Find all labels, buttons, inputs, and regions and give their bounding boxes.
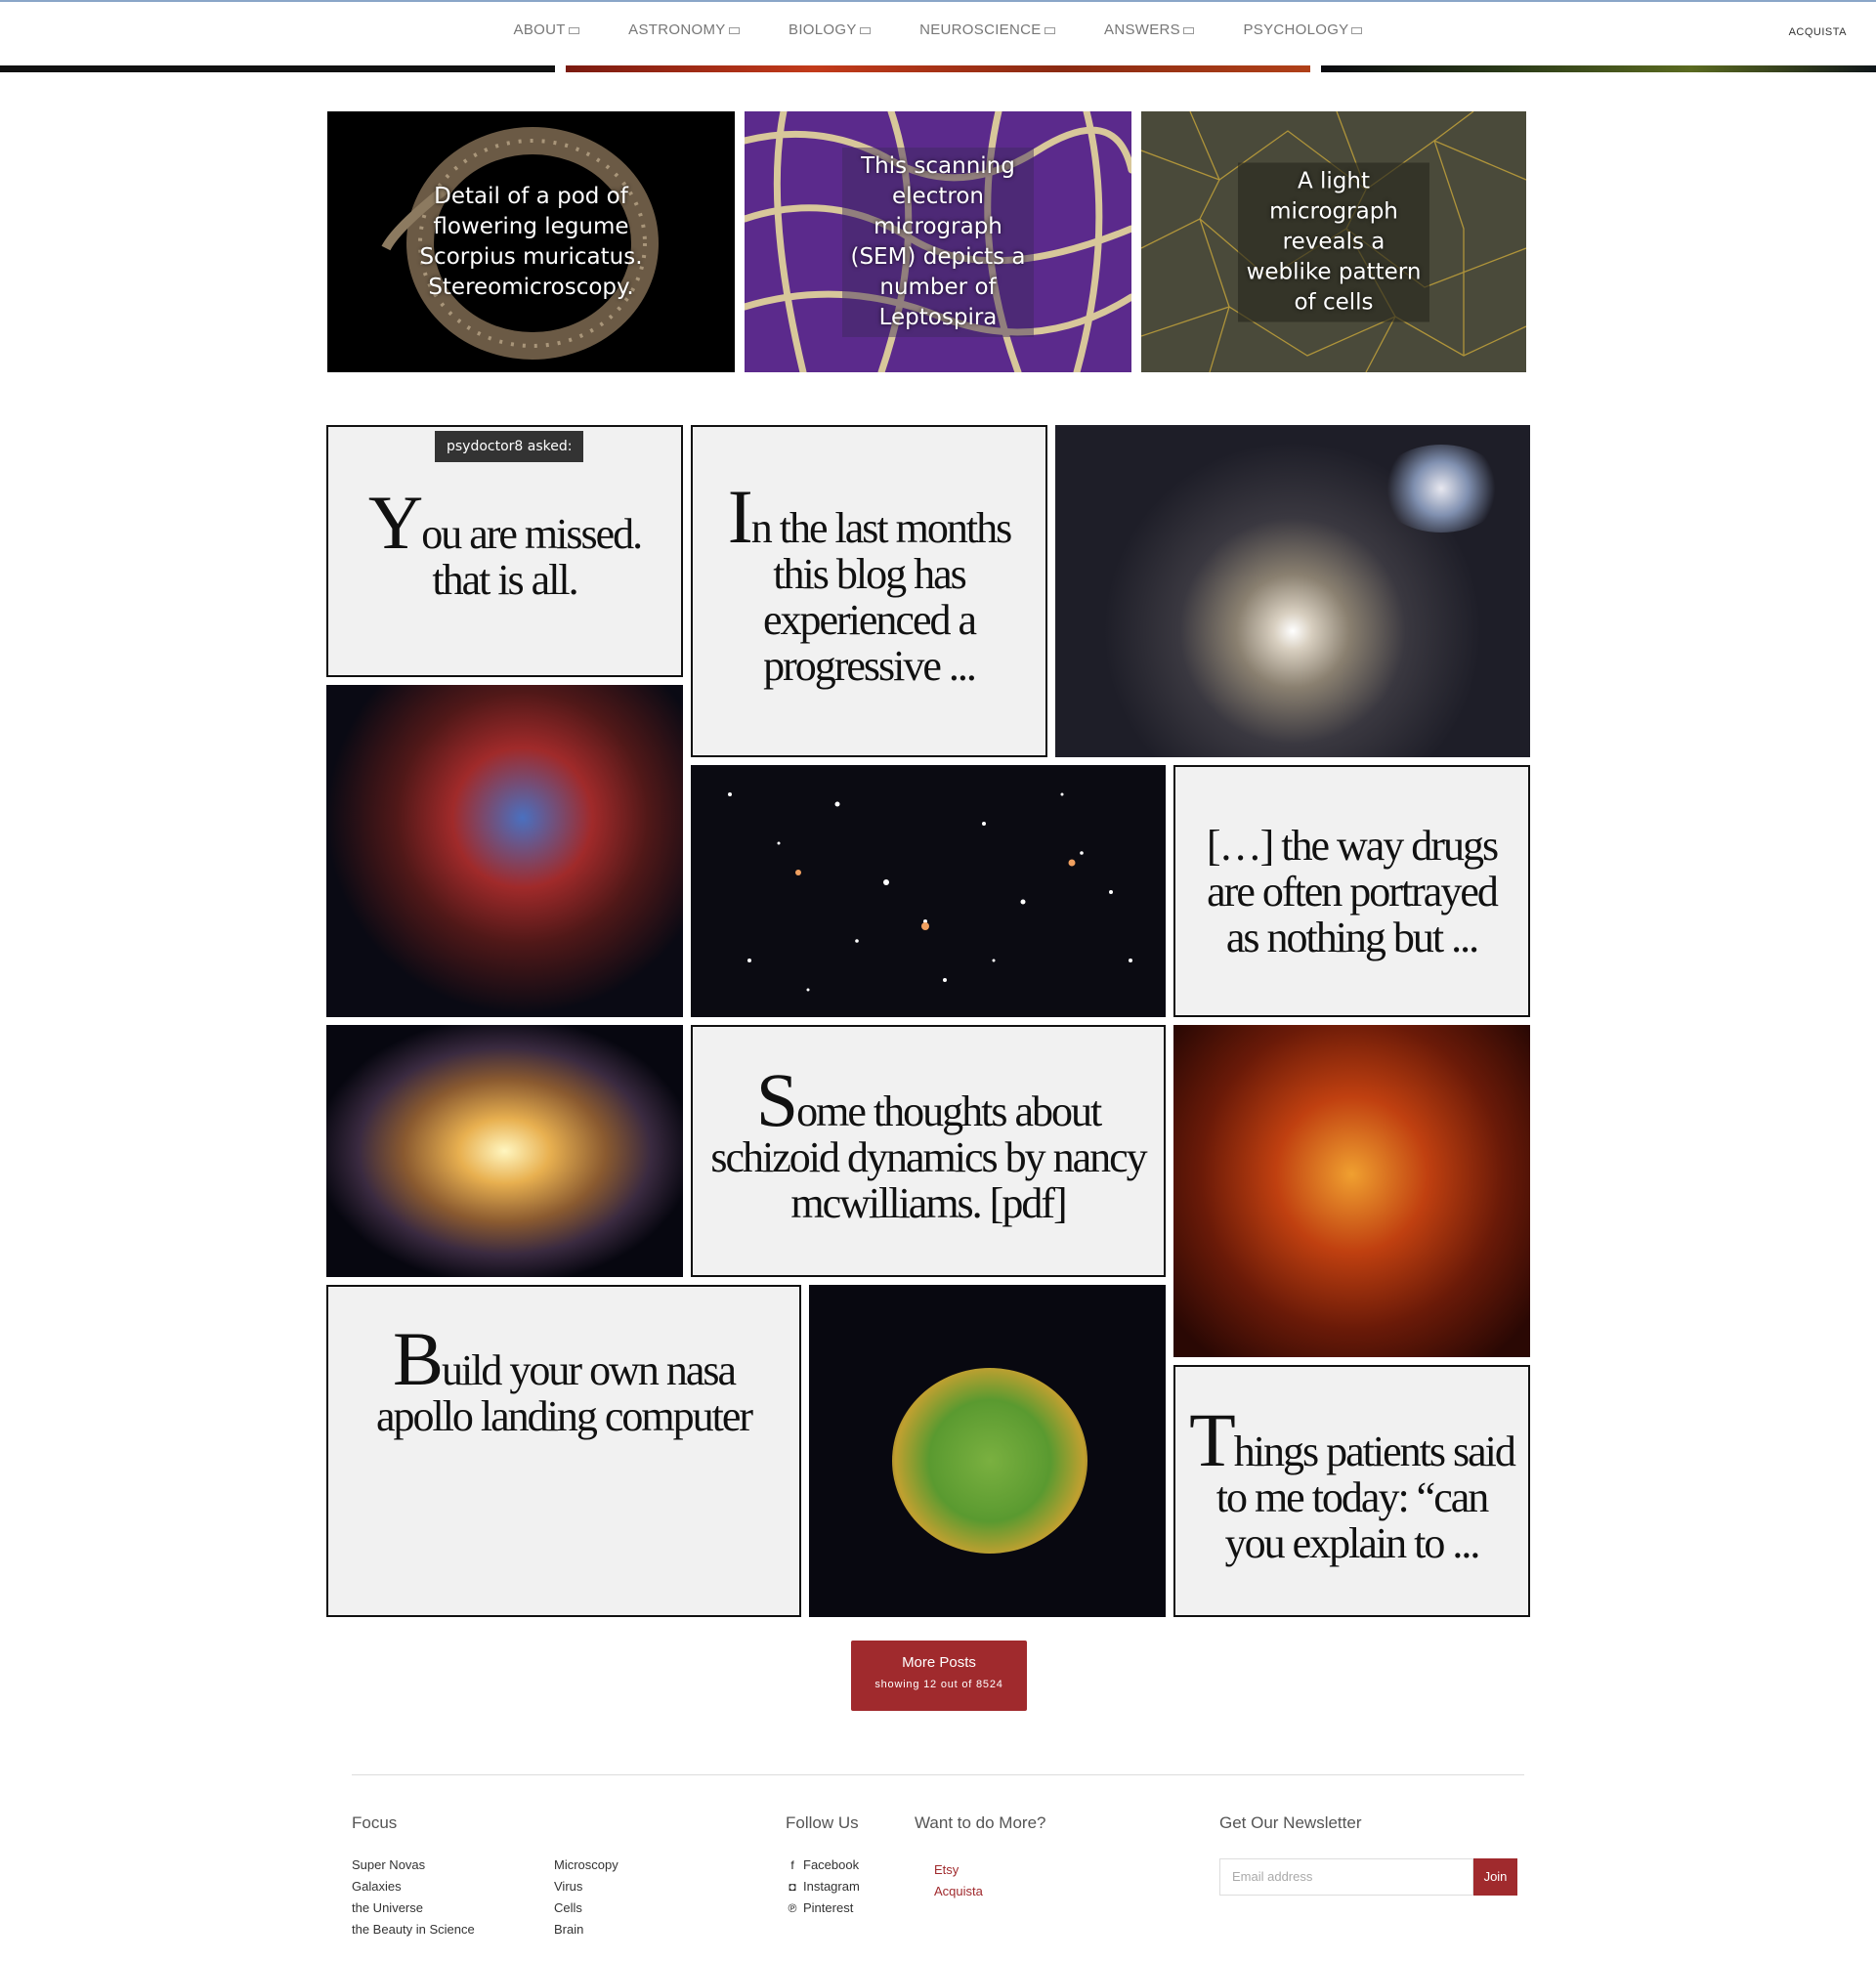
text-post-card[interactable]: Build your own nasa apollo landing compu… — [326, 1285, 801, 1617]
etsy-link[interactable]: Etsy — [934, 1859, 983, 1881]
dropdown-icon — [568, 26, 579, 34]
follow-heading: Follow Us — [786, 1813, 859, 1832]
more-posts-label: More Posts — [902, 1654, 976, 1671]
focus-link[interactable]: Virus — [554, 1876, 618, 1897]
focus-link[interactable]: Galaxies — [352, 1876, 475, 1897]
post-text: Things patients said to me today: “can y… — [1189, 1396, 1516, 1567]
milky-way-post[interactable] — [1173, 1025, 1530, 1357]
newsletter-heading: Get Our Newsletter — [1219, 1813, 1362, 1832]
dropdown-icon — [859, 26, 871, 34]
focus-links-col1: Super Novas Galaxies the Universe the Be… — [352, 1854, 475, 1940]
post-text: […] the way drugs are often portrayed as… — [1206, 821, 1499, 961]
instagram-link[interactable]: ◘ Instagram — [786, 1876, 859, 1897]
post-text: Build your own nasa apollo landing compu… — [375, 1316, 753, 1440]
pinterest-link[interactable]: ℗ Pinterest — [786, 1897, 860, 1919]
asker-badge: psydoctor8 asked: — [435, 431, 584, 462]
facebook-icon: f — [790, 1858, 794, 1872]
star-cluster-image — [728, 792, 1132, 992]
hero-strip-center — [566, 65, 1310, 72]
focus-link[interactable]: Brain — [554, 1919, 618, 1940]
featured-tile-leptospira[interactable]: This scanning electron micrograph (SEM) … — [745, 111, 1131, 372]
instagram-icon: ◘ — [789, 1880, 796, 1894]
supernova-post[interactable] — [809, 1285, 1166, 1617]
supernova-image — [892, 1368, 1087, 1554]
acquista-link[interactable]: Acquista — [934, 1881, 983, 1902]
more-heading: Want to do More? — [915, 1813, 1046, 1832]
dropdown-icon — [1182, 26, 1194, 34]
follow-links: f Facebook ◘ Instagram ℗ Pinterest — [786, 1854, 860, 1919]
nav-biology[interactable]: BIOLOGY — [789, 21, 871, 38]
focus-link[interactable]: the Universe — [352, 1897, 475, 1919]
focus-heading: Focus — [352, 1813, 398, 1832]
focus-link[interactable]: the Beauty in Science — [352, 1919, 475, 1940]
posts-count: showing 12 out of 8524 — [874, 1679, 1003, 1690]
focus-link[interactable]: Cells — [554, 1897, 618, 1919]
more-posts-button[interactable]: More Posts showing 12 out of 8524 — [851, 1641, 1027, 1711]
ask-post-card[interactable]: You are missed. that is all. — [326, 425, 683, 677]
nav-neuroscience[interactable]: NEUROSCIENCE — [919, 21, 1055, 38]
text-post-card[interactable]: In the last months this blog has experie… — [691, 425, 1047, 757]
dropdown-icon — [728, 26, 740, 34]
galaxy-pair-post[interactable] — [1055, 425, 1530, 757]
text-post-card[interactable]: Things patients said to me today: “can y… — [1173, 1365, 1530, 1617]
featured-tile-cells[interactable]: A light micrograph reveals a weblike pat… — [1141, 111, 1526, 372]
ask-post-text: You are missed. that is all. — [367, 480, 643, 604]
focus-link[interactable]: Super Novas — [352, 1854, 475, 1876]
facebook-link[interactable]: f Facebook — [786, 1854, 860, 1876]
nav-astronomy[interactable]: ASTRONOMY — [628, 21, 740, 38]
featured-tile-scorpius[interactable]: Detail of a pod of flowering legume Scor… — [327, 111, 735, 372]
hero-strip-right — [1321, 65, 1876, 72]
star-cluster-post[interactable] — [691, 765, 1166, 1017]
spiral-galaxy-image — [1378, 445, 1505, 533]
spiral-galaxy-post[interactable] — [326, 1025, 683, 1277]
focus-link[interactable]: Microscopy — [554, 1854, 618, 1876]
focus-links-col2: Microscopy Virus Cells Brain — [554, 1854, 618, 1940]
main-nav: ABOUT ASTRONOMY BIOLOGY NEUROSCIENCE ANS… — [0, 21, 1876, 38]
post-text: In the last months this blog has experie… — [727, 474, 1012, 690]
text-post-card[interactable]: Some thoughts about schizoid dynamics by… — [691, 1025, 1166, 1277]
brand-link[interactable]: ACQUISTA — [1789, 26, 1847, 38]
email-field[interactable]: Email address — [1219, 1858, 1473, 1896]
nav-answers[interactable]: ANSWERS — [1104, 21, 1194, 38]
nebula-post[interactable] — [326, 685, 683, 1017]
pinterest-icon: ℗ — [788, 1901, 797, 1915]
post-text: Some thoughts about schizoid dynamics by… — [710, 1056, 1147, 1227]
nav-psychology[interactable]: PSYCHOLOGY — [1243, 21, 1363, 38]
hero-strip-left — [0, 65, 555, 72]
dropdown-icon — [1351, 26, 1363, 34]
footer-divider — [352, 1774, 1524, 1775]
text-post-card[interactable]: […] the way drugs are often portrayed as… — [1173, 765, 1530, 1017]
more-links: Etsy Acquista — [934, 1859, 983, 1902]
dropdown-icon — [1044, 26, 1055, 34]
join-button[interactable]: Join — [1473, 1858, 1517, 1896]
nav-about[interactable]: ABOUT — [514, 21, 579, 38]
